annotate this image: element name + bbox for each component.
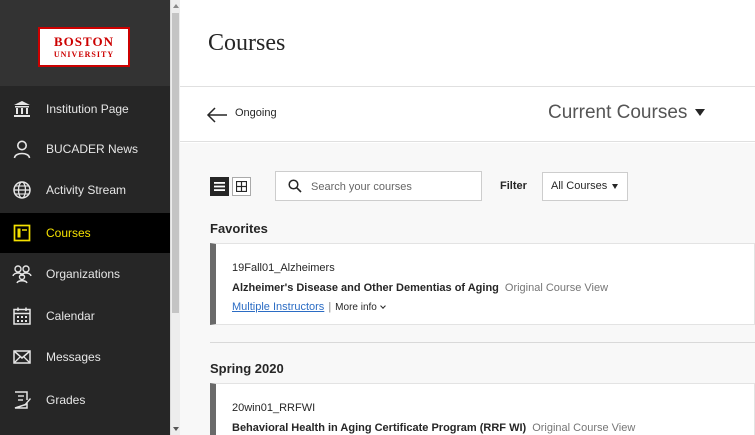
logo-line1: BOSTON (54, 34, 114, 49)
filter-dropdown-value: All Courses (551, 180, 608, 192)
search-box (275, 171, 482, 201)
organizations-icon (11, 263, 33, 285)
sidebar-item-activity-stream[interactable]: Activity Stream (0, 170, 170, 210)
person-icon (11, 138, 33, 160)
logo-line2: UNIVERSITY (53, 50, 115, 59)
course-meta: Multiple Instructors | More info (232, 301, 386, 313)
course-id: 20win01_RRFWI (232, 402, 316, 414)
sidebar-item-label: Grades (46, 393, 86, 407)
sidebar-item-label: Messages (46, 350, 101, 364)
envelope-icon (11, 346, 33, 368)
course-name-link[interactable]: Alzheimer's Disease and Other Dementias … (232, 282, 608, 294)
sidebar: BOSTON UNIVERSITY Institution Page BUCAD… (0, 0, 170, 435)
caret-down-icon (612, 183, 619, 189)
section-divider (210, 342, 755, 343)
multiple-instructors-link[interactable]: Multiple Instructors (232, 301, 324, 313)
chevron-down-icon (380, 303, 386, 309)
grid-view-button[interactable] (232, 177, 251, 196)
grid-icon (236, 181, 247, 192)
filter-dropdown[interactable]: All Courses (542, 172, 628, 201)
term-dropdown[interactable]: Current Courses (548, 102, 706, 124)
sidebar-item-label: Courses (46, 226, 91, 240)
sidebar-item-label: BUCADER News (46, 142, 139, 156)
sidebar-scrollbar[interactable] (170, 0, 180, 435)
section-title-favorites: Favorites (210, 221, 268, 236)
separator: | (328, 301, 332, 313)
boston-university-logo[interactable]: BOSTON UNIVERSITY (38, 27, 130, 67)
sidebar-item-calendar[interactable]: Calendar (0, 296, 170, 336)
calendar-icon (11, 305, 33, 327)
scroll-down-arrow-icon[interactable] (172, 425, 180, 433)
sidebar-item-label: Activity Stream (46, 183, 127, 197)
header-bar: Ongoing Current Courses (180, 86, 755, 142)
caret-down-icon (695, 109, 706, 117)
course-card[interactable]: 19Fall01_Alzheimers Alzheimer's Disease … (210, 243, 755, 325)
list-view-button[interactable] (210, 177, 229, 196)
main-content: Courses Ongoing Current Courses Filter A… (180, 0, 755, 435)
scrollbar-thumb[interactable] (172, 13, 179, 313)
sidebar-item-bucader-news[interactable]: BUCADER News (0, 129, 170, 169)
course-view-label: Original Course View (504, 282, 609, 294)
scroll-up-arrow-icon[interactable] (172, 2, 180, 10)
page-title: Courses (208, 30, 286, 56)
course-name: Alzheimer's Disease and Other Dementias … (232, 282, 499, 294)
section-title-spring-2020: Spring 2020 (210, 361, 284, 376)
list-icon (214, 182, 225, 191)
sidebar-item-institution-page[interactable]: Institution Page (0, 89, 170, 129)
sidebar-item-grades[interactable]: Grades (0, 380, 170, 420)
sidebar-item-label: Institution Page (46, 102, 129, 116)
sidebar-item-messages[interactable]: Messages (0, 337, 170, 377)
grades-icon (11, 389, 33, 411)
courses-icon (11, 222, 33, 244)
institution-icon (11, 98, 33, 120)
more-info-label: More info (335, 302, 377, 313)
globe-icon (11, 179, 33, 201)
course-view-label: Original Course View (532, 422, 636, 434)
courses-content: Filter All Courses Favorites 19Fall01_Al… (180, 143, 755, 435)
search-icon (288, 179, 302, 193)
course-name: Behavioral Health in Aging Certificate P… (232, 422, 527, 434)
course-card[interactable]: 20win01_RRFWI Behavioral Health in Aging… (210, 383, 755, 435)
sidebar-item-label: Organizations (46, 267, 121, 281)
course-id: 19Fall01_Alzheimers (232, 262, 335, 274)
more-info-toggle[interactable]: More info (335, 302, 386, 313)
sidebar-item-organizations[interactable]: Organizations (0, 254, 170, 294)
search-courses-input[interactable] (311, 178, 476, 195)
sidebar-item-label: Calendar (46, 309, 95, 323)
back-link-label[interactable]: Ongoing (235, 107, 277, 119)
filter-label: Filter (500, 180, 527, 192)
term-dropdown-label: Current Courses (548, 102, 688, 123)
sidebar-item-courses[interactable]: Courses (0, 213, 170, 253)
logo-area: BOSTON UNIVERSITY (0, 0, 170, 86)
course-name-link[interactable]: Behavioral Health in Aging Certificate P… (232, 422, 635, 434)
back-arrow-icon[interactable] (206, 105, 228, 125)
